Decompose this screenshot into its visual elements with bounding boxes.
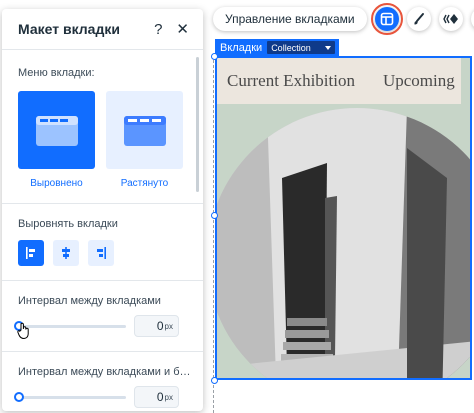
align-center-button[interactable] (53, 240, 79, 266)
tab-layout-panel: Макет вкладки ? ✕ Меню вкладки: Выровнен… (2, 9, 203, 411)
align-center-icon (62, 247, 70, 259)
state-dropdown[interactable]: Collection (267, 41, 335, 54)
panel-title: Макет вкладки (18, 21, 120, 37)
layout-stretched-label[interactable]: Растянуто (106, 178, 183, 189)
spacing2-input[interactable]: 0 px (134, 386, 179, 408)
selection-frame (215, 56, 472, 380)
aligned-tabs-icon (35, 116, 78, 146)
spacing-input[interactable]: 0 px (134, 315, 179, 337)
layout-stretched-option[interactable] (106, 91, 183, 169)
panel-header: Макет вкладки ? ✕ (2, 9, 203, 50)
spacing2-label: Интервал между вкладками и б… (18, 366, 191, 378)
layout-aligned-option[interactable] (18, 91, 95, 169)
resize-handle-left[interactable] (211, 212, 218, 219)
panel-scrollbar[interactable] (196, 57, 199, 192)
selection-tag-label: Вкладки (220, 41, 263, 54)
spacing2-slider-thumb[interactable] (14, 391, 24, 402)
spacing-slider[interactable] (14, 320, 126, 331)
align-section-label: Выровнять вкладки (18, 218, 118, 230)
hand-cursor-icon (17, 322, 29, 340)
selection-tag[interactable]: Вкладки Collection (215, 39, 339, 56)
stretched-tabs-icon (123, 116, 166, 146)
align-right-icon (97, 247, 106, 259)
layout-icon[interactable] (370, 3, 403, 35)
help-icon[interactable]: ? (470, 7, 474, 31)
chevron-down-icon (324, 45, 331, 50)
gridline (213, 55, 214, 413)
state-dropdown-value: Collection (271, 42, 311, 53)
spacing2-value: 0 (156, 390, 164, 404)
close-icon[interactable]: ✕ (176, 20, 189, 38)
design-brush-icon[interactable] (406, 7, 431, 31)
align-left-icon (26, 247, 35, 259)
resize-handle-bottom-left[interactable] (211, 377, 218, 384)
spacing2-slider[interactable] (14, 391, 126, 402)
menu-section-label: Меню вкладки: (18, 67, 95, 79)
spacing-unit: px (164, 321, 173, 331)
animation-icon[interactable] (438, 7, 463, 31)
floating-toolbar: Управление вкладками ? (213, 3, 474, 35)
help-question-icon[interactable]: ? (154, 21, 162, 38)
spacing-value: 0 (156, 319, 164, 333)
spacing2-unit: px (164, 392, 173, 402)
manage-tabs-button[interactable]: Управление вкладками (213, 7, 367, 31)
spacing-label: Интервал между вкладками (18, 295, 161, 307)
resize-handle-top-left[interactable] (211, 53, 218, 60)
align-right-button[interactable] (88, 240, 114, 266)
layout-aligned-label[interactable]: Выровнено (18, 178, 95, 189)
align-left-button[interactable] (18, 240, 44, 266)
